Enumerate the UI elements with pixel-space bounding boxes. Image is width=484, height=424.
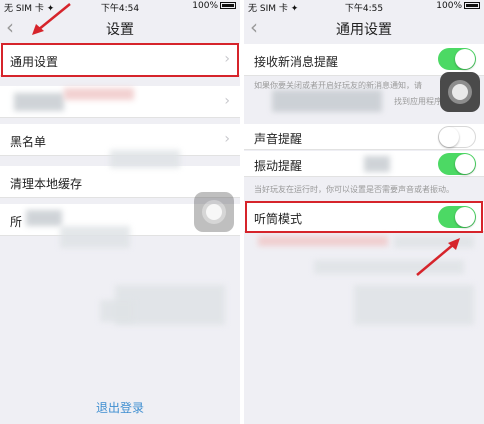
row-label: 所 [10, 215, 23, 229]
chevron-right-icon: › [224, 131, 230, 147]
blurred-content [60, 226, 130, 248]
blurred-content [14, 93, 64, 111]
blurred-content [100, 300, 134, 322]
annotation-arrow-icon [416, 238, 460, 276]
blurred-content [64, 88, 134, 100]
blurred-content [110, 150, 180, 168]
annotation-arrow-icon [32, 3, 71, 35]
general-settings-screen: 无 SIM 卡 ✦ 下午4:55 100% ‹ 通用设置 接收新消息提醒 如果你… [244, 0, 484, 424]
chevron-right-icon: › [224, 93, 230, 109]
settings-screen: 无 SIM 卡 ✦ 下午4:54 100% ‹ 设置 通用设置 › › 黑名单 … [0, 0, 240, 424]
assistive-touch-icon[interactable] [194, 192, 234, 232]
blurred-content [26, 210, 62, 226]
row-label: 黑名单 [10, 135, 47, 149]
logout-link[interactable]: 退出登录 [0, 399, 240, 416]
row-label: 清理本地缓存 [10, 177, 83, 191]
